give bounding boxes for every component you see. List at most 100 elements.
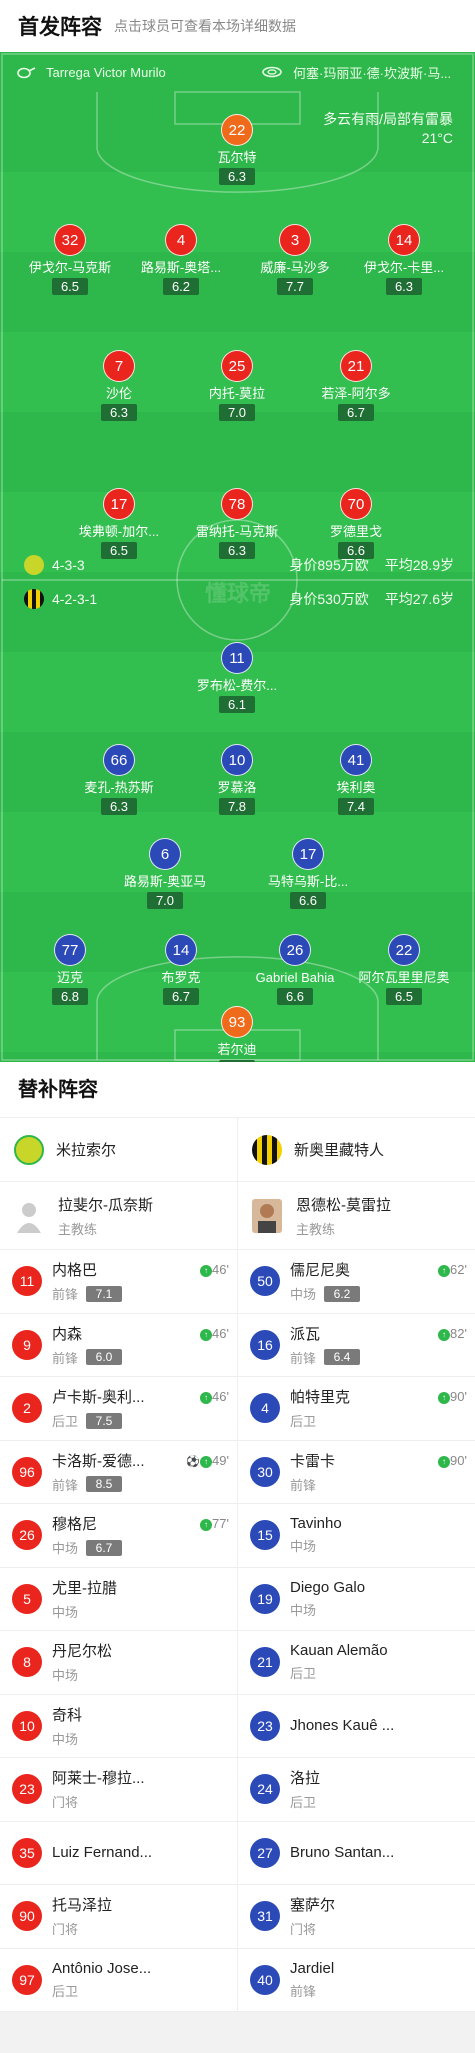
sub-number: 5: [12, 1583, 42, 1614]
player-home[interactable]: 17 埃弗顿-加尔... 6.5: [64, 488, 174, 560]
sub-minute: 46': [212, 1389, 229, 1404]
sub-name: 托马泽拉: [52, 1897, 113, 1915]
player-number: 22: [388, 934, 420, 966]
sub-name: 塞萨尔: [290, 1897, 336, 1915]
substitute-row[interactable]: 24 洛拉 后卫: [238, 1758, 475, 1822]
sub-position-line: 中场: [52, 1602, 192, 1621]
player-away[interactable]: 41 埃利奥 7.4: [301, 744, 411, 816]
substitute-row[interactable]: 27 Bruno Santan...: [238, 1822, 475, 1885]
player-away[interactable]: 93 若尔迪 6.8: [182, 1006, 292, 1062]
player-home[interactable]: 70 罗德里戈 6.6: [301, 488, 411, 560]
player-name: 沙伦: [105, 386, 132, 401]
substitute-row[interactable]: 23 阿莱士-穆拉... 门将: [0, 1758, 237, 1822]
substitute-row[interactable]: 4 帕特里克 后卫 ↑ 90': [238, 1377, 475, 1441]
substitution-in-icon: ↑: [438, 1455, 451, 1468]
player-away[interactable]: 17 马特乌斯-比... 6.6: [253, 838, 363, 910]
player-away[interactable]: 14 布罗克 6.7: [126, 934, 236, 1006]
player-away[interactable]: 10 罗慕洛 7.8: [182, 744, 292, 816]
sub-number: 90: [12, 1901, 42, 1932]
goal-ball-icon: ⚽: [186, 1455, 201, 1468]
sub-position-line: 中场: [52, 1665, 192, 1684]
sub-position: 中场: [52, 1604, 79, 1620]
sub-position-line: 后卫 7.5: [52, 1411, 192, 1430]
home-coach[interactable]: 拉斐尔-瓜奈斯 主教练: [0, 1182, 237, 1250]
sub-event: ↑ 46': [200, 1262, 229, 1277]
player-away[interactable]: 6 路易斯-奥亚马 7.0: [110, 838, 220, 910]
sub-position-line: 中场: [52, 1729, 192, 1748]
player-home[interactable]: 3 威廉-马沙多 7.7: [240, 224, 350, 296]
substitute-row[interactable]: 9 内森 前锋 6.0 ↑ 46': [0, 1314, 237, 1377]
substitute-row[interactable]: 8 丹尼尔松 中场: [0, 1631, 237, 1695]
sub-name: 内森: [52, 1325, 83, 1343]
player-number: 6: [149, 838, 181, 870]
substitute-row[interactable]: 97 Antônio Jose... 后卫: [0, 1949, 237, 2012]
sub-position-line: 前锋: [290, 1981, 430, 2000]
away-coach[interactable]: 恩德松-莫雷拉 主教练: [238, 1182, 475, 1250]
player-rating: 6.5: [52, 278, 88, 295]
player-away[interactable]: 66 麦孔-热苏斯 6.3: [64, 744, 174, 816]
substitution-in-icon: ↑: [438, 1328, 451, 1341]
player-home[interactable]: 7 沙伦 6.3: [64, 350, 174, 422]
player-home[interactable]: 78 雷纳托-马克斯 6.3: [182, 488, 292, 560]
substitute-row[interactable]: 26 穆格尼 中场 6.7 ↑ 77': [0, 1504, 237, 1568]
sub-name: 卡雷卡: [290, 1452, 336, 1470]
substitute-row[interactable]: 96 卡洛斯-爱德... 前锋 8.5 ⚽ ↑ 49': [0, 1441, 237, 1504]
substitute-row[interactable]: 90 托马泽拉 门将: [0, 1885, 237, 1949]
away-team-value: 身价530万欧: [289, 591, 369, 607]
substitution-in-icon: ↑: [438, 1392, 451, 1404]
sub-minute: 46': [212, 1325, 229, 1341]
substitute-row[interactable]: 35 Luiz Fernand...: [0, 1822, 237, 1885]
player-rating: 7.8: [219, 798, 255, 815]
sub-number: 21: [250, 1647, 280, 1678]
player-name: 路易斯-奥塔...: [140, 260, 222, 275]
substitute-row[interactable]: 10 奇科 中场: [0, 1695, 237, 1758]
away-team-header[interactable]: 新奥里藏特人: [238, 1118, 475, 1182]
player-home[interactable]: 32 伊戈尔-马克斯 6.5: [15, 224, 125, 296]
substitute-row[interactable]: 31 塞萨尔 门将: [238, 1885, 475, 1949]
home-team-header[interactable]: 米拉索尔: [0, 1118, 237, 1182]
substitute-row[interactable]: 19 Diego Galo 中场: [238, 1568, 475, 1631]
substitute-row[interactable]: 30 卡雷卡 前锋 ↑ 90': [238, 1441, 475, 1504]
substitution-in-icon: ↑: [200, 1328, 213, 1341]
coach-avatar-icon: [252, 1198, 282, 1233]
whistle-icon: [17, 67, 36, 79]
sub-number: 23: [12, 1774, 42, 1805]
player-number: 25: [221, 350, 253, 382]
player-away[interactable]: 22 阿尔瓦里里尼奥 6.5: [349, 934, 459, 1006]
substitute-row[interactable]: 15 Tavinho 中场: [238, 1504, 475, 1568]
sub-minute: 90': [450, 1389, 467, 1404]
player-away[interactable]: 11 罗布松-费尔... 6.1: [182, 642, 292, 714]
sub-number: 16: [250, 1329, 280, 1360]
substitute-row[interactable]: 50 儒尼尼奥 中场 6.2 ↑ 62': [238, 1250, 475, 1314]
player-rating: 6.8: [52, 988, 88, 1005]
substitute-row[interactable]: 11 内格巴 前锋 7.1 ↑ 46': [0, 1250, 237, 1314]
player-home[interactable]: 14 伊戈尔-卡里... 6.3: [349, 224, 459, 296]
player-name: 麦孔-热苏斯: [84, 780, 154, 795]
substitute-row[interactable]: 16 派瓦 前锋 6.4 ↑ 82': [238, 1314, 475, 1377]
player-name: 伊戈尔-马克斯: [28, 260, 112, 275]
player-home[interactable]: 21 若泽-阿尔多 6.7: [301, 350, 411, 422]
substitute-row[interactable]: 21 Kauan Alemão 后卫: [238, 1631, 475, 1695]
sub-position: 中场: [290, 1287, 317, 1303]
sub-event: ⚽ ↑ 49': [186, 1453, 229, 1468]
sub-position-line: 中场 6.2: [290, 1284, 430, 1303]
sub-number: 35: [12, 1837, 42, 1868]
sub-number: 2: [12, 1393, 42, 1424]
player-away[interactable]: 26 Gabriel Bahia 6.6: [240, 934, 350, 1006]
substitute-row[interactable]: 40 Jardiel 前锋: [238, 1949, 475, 2012]
player-name: 雷纳托-马克斯: [195, 524, 279, 539]
player-away[interactable]: 77 迈克 6.8: [15, 934, 125, 1006]
sub-number: 30: [250, 1456, 280, 1487]
sub-position: 中场: [290, 1539, 317, 1555]
substitute-row[interactable]: 23 Jhones Kauê ...: [238, 1695, 475, 1758]
player-home[interactable]: 25 内托-莫拉 7.0: [182, 350, 292, 422]
away-formation: 4-2-3-1: [52, 591, 98, 607]
sub-position: 后卫: [290, 1666, 317, 1682]
player-home[interactable]: 22 瓦尔特 6.3: [182, 114, 292, 186]
player-home[interactable]: 4 路易斯-奥塔... 6.2: [126, 224, 236, 296]
substitute-row[interactable]: 2 卢卡斯-奥利... 后卫 7.5 ↑ 46': [0, 1377, 237, 1441]
substitute-row[interactable]: 5 尤里-拉腊 中场: [0, 1568, 237, 1631]
sub-event: ↑ 82': [438, 1326, 467, 1341]
sub-name: 卢卡斯-奥利...: [52, 1389, 145, 1407]
sub-number: 97: [12, 1964, 42, 1995]
